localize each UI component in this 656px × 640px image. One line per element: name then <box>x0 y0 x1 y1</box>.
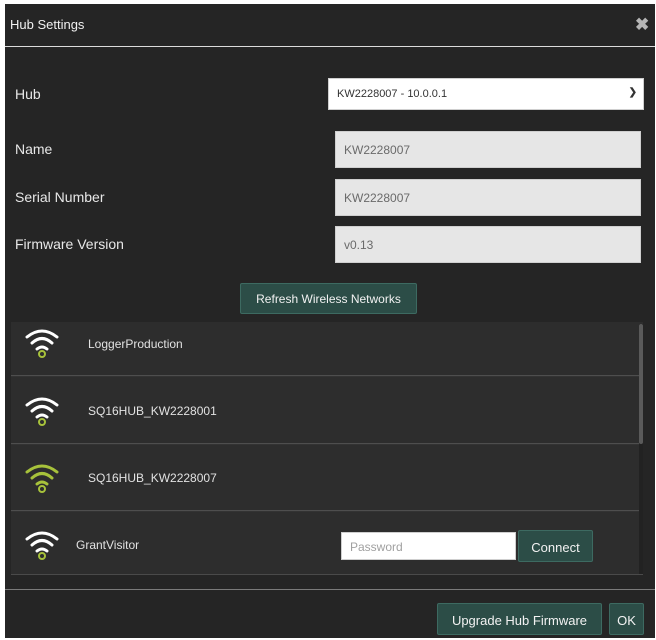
wifi-icon <box>25 329 59 358</box>
name-field[interactable]: KW2228007 <box>335 131 641 168</box>
connect-button[interactable]: Connect <box>518 530 593 562</box>
firmware-version-label: Firmware Version <box>15 236 124 252</box>
hub-label: Hub <box>15 86 41 102</box>
wifi-icon <box>25 397 59 426</box>
network-row-expanded[interactable]: GrantVisitor Password Connect <box>11 512 643 574</box>
hub-select-value: KW2228007 - 10.0.0.1 <box>337 88 448 100</box>
footer-divider <box>5 589 655 590</box>
wifi-icon <box>25 464 59 493</box>
password-input[interactable]: Password <box>341 532 516 560</box>
hub-select[interactable]: KW2228007 - 10.0.0.1 ❯ <box>328 78 644 110</box>
ok-button[interactable]: OK <box>609 603 644 635</box>
list-scrollbar-thumb[interactable] <box>639 324 643 444</box>
wireless-network-list: LoggerProduction SQ16HUB_KW2228001 SQ16H… <box>11 322 643 575</box>
network-row[interactable]: SQ16HUB_KW2228001 <box>11 377 643 444</box>
upgrade-hub-firmware-button[interactable]: Upgrade Hub Firmware <box>437 603 602 635</box>
close-icon[interactable]: ✖ <box>635 15 649 35</box>
serial-number-label: Serial Number <box>15 189 105 205</box>
name-label: Name <box>15 141 53 157</box>
network-name: SQ16HUB_KW2228007 <box>88 471 217 485</box>
network-row[interactable]: LoggerProduction <box>11 322 643 376</box>
network-name: SQ16HUB_KW2228001 <box>88 404 217 418</box>
serial-number-field[interactable]: KW2228007 <box>335 179 641 216</box>
firmware-version-field[interactable]: v0.13 <box>335 226 641 263</box>
network-name: GrantVisitor <box>76 538 140 552</box>
hub-settings-dialog: Hub Settings ✖ Hub KW2228007 - 10.0.0.1 … <box>5 4 655 638</box>
wifi-icon <box>25 531 59 560</box>
refresh-wireless-networks-button[interactable]: Refresh Wireless Networks <box>240 283 417 314</box>
chevron-down-icon: ❯ <box>628 87 637 98</box>
dialog-title: Hub Settings <box>10 17 85 32</box>
network-name: LoggerProduction <box>88 337 183 351</box>
title-bar: Hub Settings ✖ <box>5 4 655 47</box>
network-row-selected[interactable]: SQ16HUB_KW2228007 <box>11 445 643 511</box>
